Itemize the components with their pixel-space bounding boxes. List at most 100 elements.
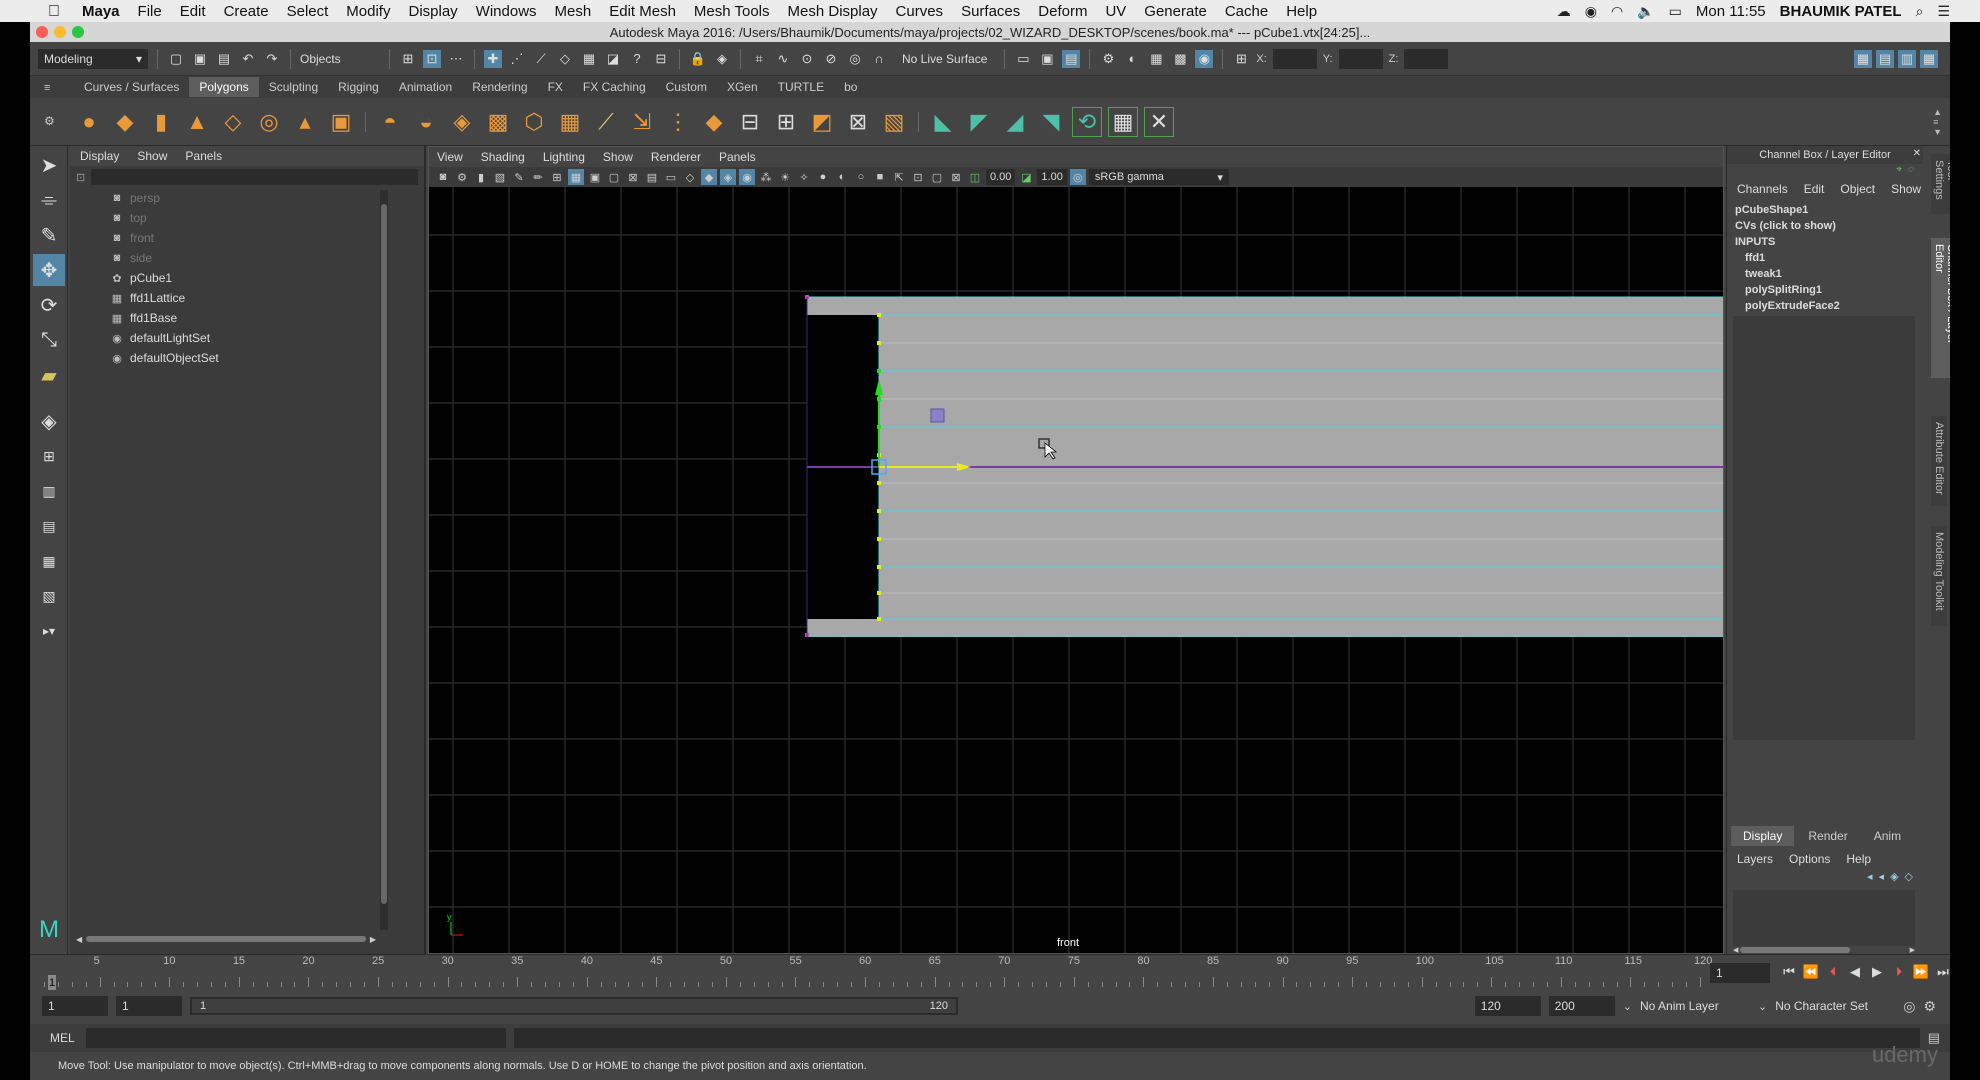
step-forward-key-icon[interactable]: ⏩ [1912, 963, 1930, 981]
menu-modify[interactable]: Modify [346, 3, 390, 20]
poly-cube-icon[interactable]: ◆ [110, 107, 140, 137]
outliner-hscroll[interactable]: ◀ ▶ [76, 934, 376, 944]
hypershade-icon[interactable]: ◐ [1123, 50, 1141, 68]
move-layer-down-icon[interactable]: ◂ [1879, 870, 1885, 888]
live-surface[interactable]: No Live Surface [894, 52, 995, 66]
move-manipulator-plane-handle[interactable] [930, 408, 945, 423]
outliner-item[interactable]: ✿ pCube1 [70, 268, 424, 288]
scroll-thumb[interactable] [381, 204, 387, 904]
uv-editor-icon[interactable]: ⟲ [1072, 106, 1102, 137]
poly-pyramid-icon[interactable]: ▴ [290, 107, 320, 137]
menu-create[interactable]: Create [224, 3, 269, 20]
chevron-down-icon[interactable]: ⌄ [1758, 1000, 1767, 1013]
menu-edit-mesh[interactable]: Edit Mesh [609, 3, 676, 20]
channel-menu-edit[interactable]: Edit [1804, 182, 1825, 196]
anim-prefs-icon[interactable]: ⚙ [1923, 998, 1950, 1015]
layer-menu-options[interactable]: Options [1789, 852, 1830, 866]
attribute-editor-toggle-icon[interactable]: ▤ [1876, 49, 1894, 68]
layer-tab-render[interactable]: Render [1796, 826, 1859, 846]
auto-map-icon[interactable]: ◥ [1036, 107, 1066, 137]
scale-tool-icon[interactable]: ⤡ [33, 324, 65, 356]
outliner-search-input[interactable] [91, 169, 418, 185]
input-node[interactable]: polyExtrudeFace2 [1727, 300, 1950, 316]
vertex[interactable] [877, 617, 881, 621]
menu-curves[interactable]: Curves [896, 3, 944, 20]
snap-surface-icon[interactable]: ◎ [846, 50, 864, 68]
channel-box-toggle-icon[interactable]: ▦ [1920, 49, 1938, 68]
shelf-tab-xgen[interactable]: XGen [717, 77, 768, 97]
mask-icon[interactable]: ⟋ [532, 50, 550, 68]
mirror-icon[interactable]: ▦ [555, 107, 585, 137]
mask-icon[interactable]: ⊟ [652, 50, 670, 68]
vertex[interactable] [877, 369, 881, 373]
scroll-left-icon[interactable]: ◀ [1733, 946, 1738, 954]
xray-icon[interactable]: ⊡ [910, 169, 926, 185]
animation-start-field[interactable]: 1 [42, 996, 108, 1016]
outliner-item[interactable]: ▦ ffd1Lattice [70, 288, 424, 308]
open-scene-icon[interactable]: ▣ [191, 50, 209, 68]
z-field[interactable] [1404, 48, 1449, 69]
default-material-icon[interactable]: ◉ [739, 169, 755, 185]
snap-point-icon[interactable]: ⊙ [798, 50, 816, 68]
spherical-map-icon[interactable]: ◢ [1000, 107, 1030, 137]
uv-transform-icon[interactable]: ✕ [1144, 106, 1174, 137]
shelf-tab-animation[interactable]: Animation [389, 77, 462, 97]
layer-menu-help[interactable]: Help [1846, 852, 1871, 866]
xray-active-icon[interactable]: ⊠ [948, 169, 964, 185]
film-gate-icon[interactable]: ▦ [568, 169, 584, 185]
playback-start-field[interactable]: 1 [116, 996, 182, 1016]
outliner-item[interactable]: ◙ front [70, 228, 424, 248]
viewport-menu-panels[interactable]: Panels [719, 150, 756, 164]
time-slider[interactable]: 5 10 15 20 25 30 35 40 45 50 55 60 65 70 75 80 85 90 95 100… [30, 954, 1950, 991]
play-backwards-icon[interactable]: ◀ [1846, 963, 1864, 981]
bridge-icon[interactable]: ⋮ [663, 107, 693, 137]
resolution-gate-icon[interactable]: ▣ [587, 169, 603, 185]
snap-view-icon[interactable]: ⊘ [822, 50, 840, 68]
side-tab-channel-box-layer-editor[interactable]: Channel Box / Layer Editor [1931, 238, 1950, 378]
scene-view[interactable]: y front [429, 187, 1723, 953]
layer-hscroll[interactable]: ◀ ▶ [1733, 946, 1915, 954]
wifi-icon[interactable]: ◠ [1611, 3, 1623, 20]
hypershade-layout-icon[interactable]: ▦ [33, 545, 65, 577]
outliner-menu-panels[interactable]: Panels [185, 149, 222, 163]
multi-cut-icon[interactable]: ⟋ [591, 107, 621, 137]
paint-select-icon[interactable]: ✎ [33, 219, 65, 251]
offset-edge-loop-icon[interactable]: ⊞ [771, 107, 801, 137]
menu-help[interactable]: Help [1286, 3, 1317, 20]
motion-blur-icon[interactable]: ◐ [834, 169, 850, 185]
render-icon[interactable]: ▩ [1171, 50, 1189, 68]
layout-more-icon[interactable]: ▸▾ [33, 615, 65, 647]
target-weld-icon[interactable]: ▧ [879, 107, 909, 137]
record-icon[interactable]: ◉ [1585, 3, 1597, 20]
shelf-tab-bo[interactable]: bo [834, 77, 867, 97]
viewport-menu-view[interactable]: View [437, 150, 463, 164]
four-view-layout-icon[interactable]: ⊞ [33, 440, 65, 472]
mask-icon[interactable]: ◪ [604, 50, 622, 68]
shelf-tab-polygons[interactable]: Polygons [189, 77, 259, 97]
play-forwards-icon[interactable]: ▶ [1868, 963, 1886, 981]
grid-icon[interactable]: ⊞ [549, 169, 565, 185]
apple-icon[interactable]:  [48, 3, 70, 20]
transform-mode-icon[interactable]: ⊞ [1232, 50, 1250, 68]
layer-tab-anim[interactable]: Anim [1862, 826, 1913, 846]
field-chart-icon[interactable]: ⊠ [625, 169, 641, 185]
shelf-scroll[interactable]: ▲ ≡ ▼ [1933, 107, 1942, 137]
hscroll-thumb[interactable] [1740, 947, 1851, 953]
menu-display[interactable]: Display [408, 3, 457, 20]
sync-icon[interactable]: ◌ [1908, 164, 1914, 178]
render-frame-icon[interactable]: ▣ [1038, 50, 1056, 68]
safe-title-icon[interactable]: ▭ [663, 169, 679, 185]
shelf-tab-rigging[interactable]: Rigging [328, 77, 389, 97]
history-icon[interactable]: ▭ [1014, 50, 1032, 68]
grease-pencil-icon[interactable]: ✏ [530, 169, 546, 185]
side-tab-attribute-editor[interactable]: Attribute Editor [1931, 416, 1947, 506]
hscroll-thumb[interactable] [86, 936, 366, 942]
wireframe-icon[interactable]: ◇ [682, 169, 698, 185]
gate-mask-icon[interactable]: ▢ [606, 169, 622, 185]
tool-settings-toggle-icon[interactable]: ▥ [1898, 49, 1916, 68]
menu-mesh-tools[interactable]: Mesh Tools [694, 3, 770, 20]
viewport-menu-renderer[interactable]: Renderer [651, 150, 701, 164]
viewport-menu-lighting[interactable]: Lighting [543, 150, 585, 164]
menu-edit[interactable]: Edit [180, 3, 206, 20]
menu-generate[interactable]: Generate [1144, 3, 1207, 20]
